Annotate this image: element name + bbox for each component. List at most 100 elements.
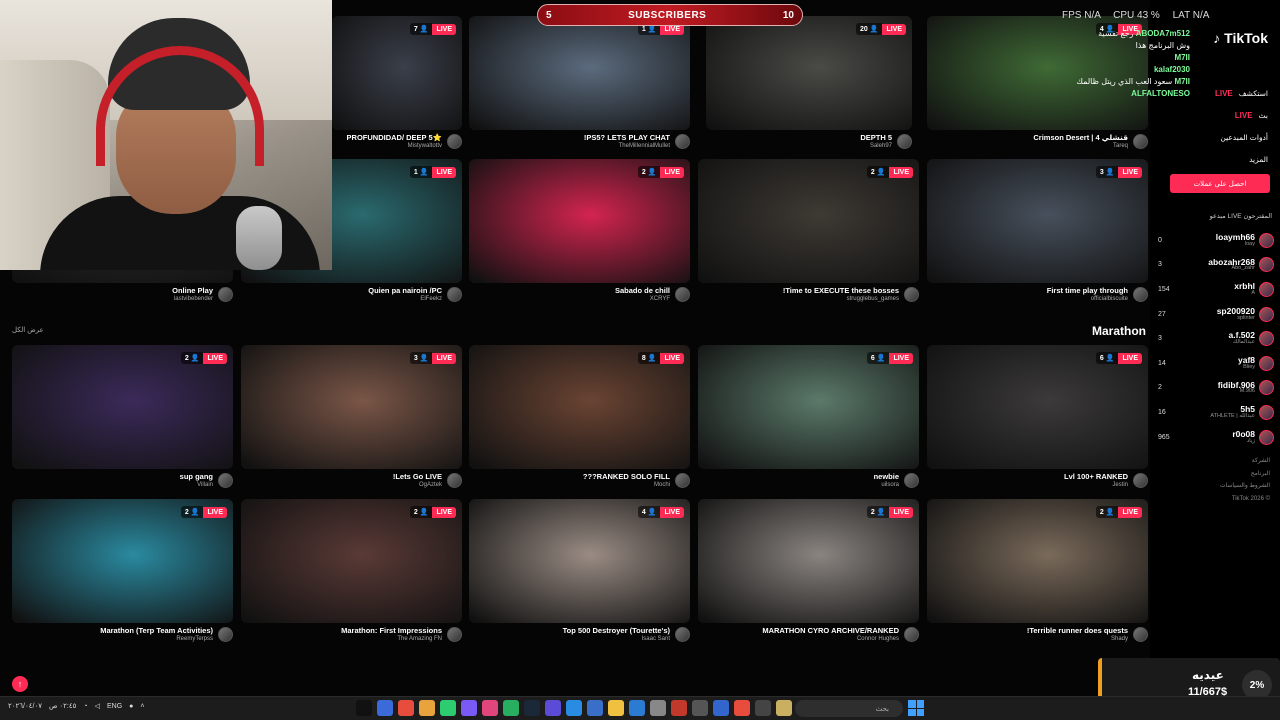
app-icon[interactable] (650, 700, 666, 716)
steam-icon[interactable] (524, 700, 540, 716)
photo-icon[interactable] (776, 700, 792, 716)
stream-card[interactable]: 4 👤 LIVE Top 500 Destroyer (Tourette's) Isa… (469, 499, 690, 647)
stream-title[interactable]: sup gang (180, 472, 213, 482)
streamer-avatar[interactable] (1133, 627, 1148, 643)
stream-thumbnail[interactable]: 3 👤 LIVE (927, 159, 1148, 283)
obs-icon[interactable] (671, 700, 687, 716)
upload-icon[interactable]: ↑ (12, 676, 28, 692)
streamer-avatar[interactable] (675, 627, 690, 643)
stream-thumbnail[interactable]: 2 👤 LIVE (241, 499, 462, 623)
creator-row[interactable]: 16 5h5 ATHLETE | عبدالله (1158, 400, 1274, 425)
stream-title[interactable]: Marathon (Terp Team Activities) (100, 626, 213, 636)
creator-row[interactable]: 3 abozahr268 Abo_zahr (1158, 253, 1274, 278)
streamer-avatar[interactable] (675, 473, 690, 489)
streamer-username[interactable]: ReemyTerpss (100, 636, 213, 643)
chevron-up-icon[interactable]: ˄ (140, 703, 144, 710)
stream-thumbnail[interactable]: 2 👤 LIVE (698, 499, 919, 623)
recorder-icon[interactable] (734, 700, 750, 716)
stream-title[interactable]: DEPTH 5 (860, 133, 892, 143)
stream-thumbnail[interactable]: 4 👤 LIVE (469, 499, 690, 623)
stream-thumbnail[interactable]: 2 👤 LIVE (469, 159, 690, 283)
streamer-username[interactable]: ElFeekz (368, 296, 442, 303)
streamer-username[interactable]: The Amazing FN (341, 636, 442, 643)
stream-title[interactable]: Quien pa nairoin /PC (368, 286, 442, 296)
creator-row[interactable]: 965 r0o08 زياد (1158, 425, 1274, 450)
stream-title[interactable]: Top 500 Destroyer (Tourette's) (563, 626, 670, 636)
taskbar-search[interactable]: بحث (795, 700, 903, 717)
firefox-icon[interactable] (398, 700, 414, 716)
xbox-icon[interactable] (440, 700, 456, 716)
stream-thumbnail[interactable]: 3 👤 LIVE (241, 345, 462, 469)
stream-title[interactable]: Lvl 100+ RANKED (1064, 472, 1128, 482)
streamer-username[interactable]: lastvibebender (172, 296, 213, 303)
stream-card[interactable]: 2 👤 LIVE !Time to EXECUTE these bosses stru… (698, 159, 919, 307)
streamer-username[interactable]: Connor Hughes (762, 636, 899, 643)
creator-row[interactable]: 2 fidibf.906 M.906 (1158, 376, 1274, 401)
stream-title[interactable]: !Lets Go LIVE (393, 472, 442, 482)
terminal-icon[interactable] (692, 700, 708, 716)
stream-card[interactable]: 2 👤 LIVE Marathon: First Impressions The Am… (241, 499, 462, 647)
stream-card[interactable]: 2 👤 LIVE sup gang Villain (12, 345, 233, 493)
see-all-link[interactable]: عرض الكل (12, 326, 44, 334)
whatsapp-icon[interactable] (503, 700, 519, 716)
wifi-icon[interactable]: ◔ (83, 703, 87, 710)
footer-link[interactable]: الشركة (1220, 455, 1270, 468)
streamer-avatar[interactable] (897, 134, 912, 150)
streamer-username[interactable]: Isaac Sant (563, 636, 670, 643)
streamer-avatar[interactable] (904, 287, 919, 303)
streamer-avatar[interactable] (218, 627, 233, 643)
language-indicator[interactable]: ENG (107, 703, 122, 710)
streamer-username[interactable]: Jestin (1064, 482, 1128, 489)
stream-thumbnail[interactable]: 6 👤 LIVE (927, 345, 1148, 469)
stream-card[interactable]: 20 👤 LIVE DEPTH 5 Saleh97 (706, 16, 912, 154)
creator-row[interactable]: 3 a.f.502 عبدالمالك (1158, 326, 1274, 351)
stream-thumbnail[interactable]: 2 👤 LIVE (12, 499, 233, 623)
stream-title[interactable]: !Terrible runner does quests (1027, 626, 1128, 636)
streamer-avatar[interactable] (447, 627, 462, 643)
streamer-avatar[interactable] (675, 287, 690, 303)
stream-title[interactable]: Crimson Desert | قنشلي 4 (1033, 133, 1128, 143)
stream-thumbnail[interactable]: 20 👤 LIVE (706, 16, 912, 130)
stream-card[interactable]: 3 👤 LIVE !Lets Go LIVE OgAztek (241, 345, 462, 493)
stream-title[interactable]: Online Play (172, 286, 213, 296)
clock-date[interactable]: ٢٠٢٦/٠٤/٠٧ (8, 702, 42, 710)
streamer-username[interactable]: Tareq (1033, 143, 1128, 150)
streamer-avatar[interactable] (447, 473, 462, 489)
stream-card[interactable]: 2 👤 LIVE !Terrible runner does quests Shady (927, 499, 1148, 647)
creator-row[interactable]: 14 yaf8 Bliey (1158, 351, 1274, 376)
teams-icon[interactable] (545, 700, 561, 716)
sidebar-nav-item[interactable]: أدوات المبدعين (1215, 126, 1268, 148)
instagram-icon[interactable] (482, 700, 498, 716)
browser-icon[interactable] (377, 700, 393, 716)
volume-icon[interactable]: ◁ (95, 702, 100, 710)
store-icon[interactable] (629, 700, 645, 716)
microphone-icon[interactable]: ● (129, 703, 133, 710)
stream-thumbnail[interactable]: 8 👤 LIVE (469, 345, 690, 469)
streamer-username[interactable]: uilsora (874, 482, 899, 489)
streamer-avatar[interactable] (675, 134, 690, 150)
stream-title[interactable]: Marathon: First Impressions (341, 626, 442, 636)
tiktok-logo[interactable]: ♪ TikTok (1213, 30, 1268, 46)
streamer-username[interactable]: XCRYF (615, 296, 670, 303)
streamer-username[interactable]: Mochi (583, 482, 670, 489)
streamer-avatar[interactable] (218, 287, 233, 303)
sidebar-nav-item[interactable]: LIVE استكشف (1215, 82, 1268, 104)
streamer-username[interactable]: OgAztek (393, 482, 442, 489)
stream-card[interactable]: 6 👤 LIVE newbie uilsora (698, 345, 919, 493)
stream-card[interactable]: 2 👤 LIVE Marathon (Terp Team Activities) Re… (12, 499, 233, 647)
stream-thumbnail[interactable]: 7 👤 LIVE (332, 16, 462, 130)
vscode-icon[interactable] (713, 700, 729, 716)
windows-start-icon[interactable] (908, 700, 924, 716)
tiktok-app-icon[interactable] (356, 700, 372, 716)
edge-icon[interactable] (566, 700, 582, 716)
stream-card[interactable]: 7 👤 LIVE PROFUNDIDAD/ DEEP 5⭐ Mistywaltottv (332, 16, 462, 154)
stream-title[interactable]: MARATHON CYRO ARCHIVE/RANKED (762, 626, 899, 636)
stream-card[interactable]: 6 👤 LIVE Lvl 100+ RANKED Jestin (927, 345, 1148, 493)
stream-card[interactable]: 8 👤 LIVE ???RANKED SOLO FILL Mochi (469, 345, 690, 493)
streamer-username[interactable]: officialbiscuite (1047, 296, 1128, 303)
stream-thumbnail[interactable]: 2 👤 LIVE (698, 159, 919, 283)
stream-title[interactable]: !Time to EXECUTE these bosses (783, 286, 899, 296)
footer-link[interactable]: البرنامج (1220, 468, 1270, 481)
streamer-username[interactable]: Mistywaltottv (347, 143, 442, 150)
stream-card[interactable]: 2 👤 LIVE MARATHON CYRO ARCHIVE/RANKED Conno… (698, 499, 919, 647)
